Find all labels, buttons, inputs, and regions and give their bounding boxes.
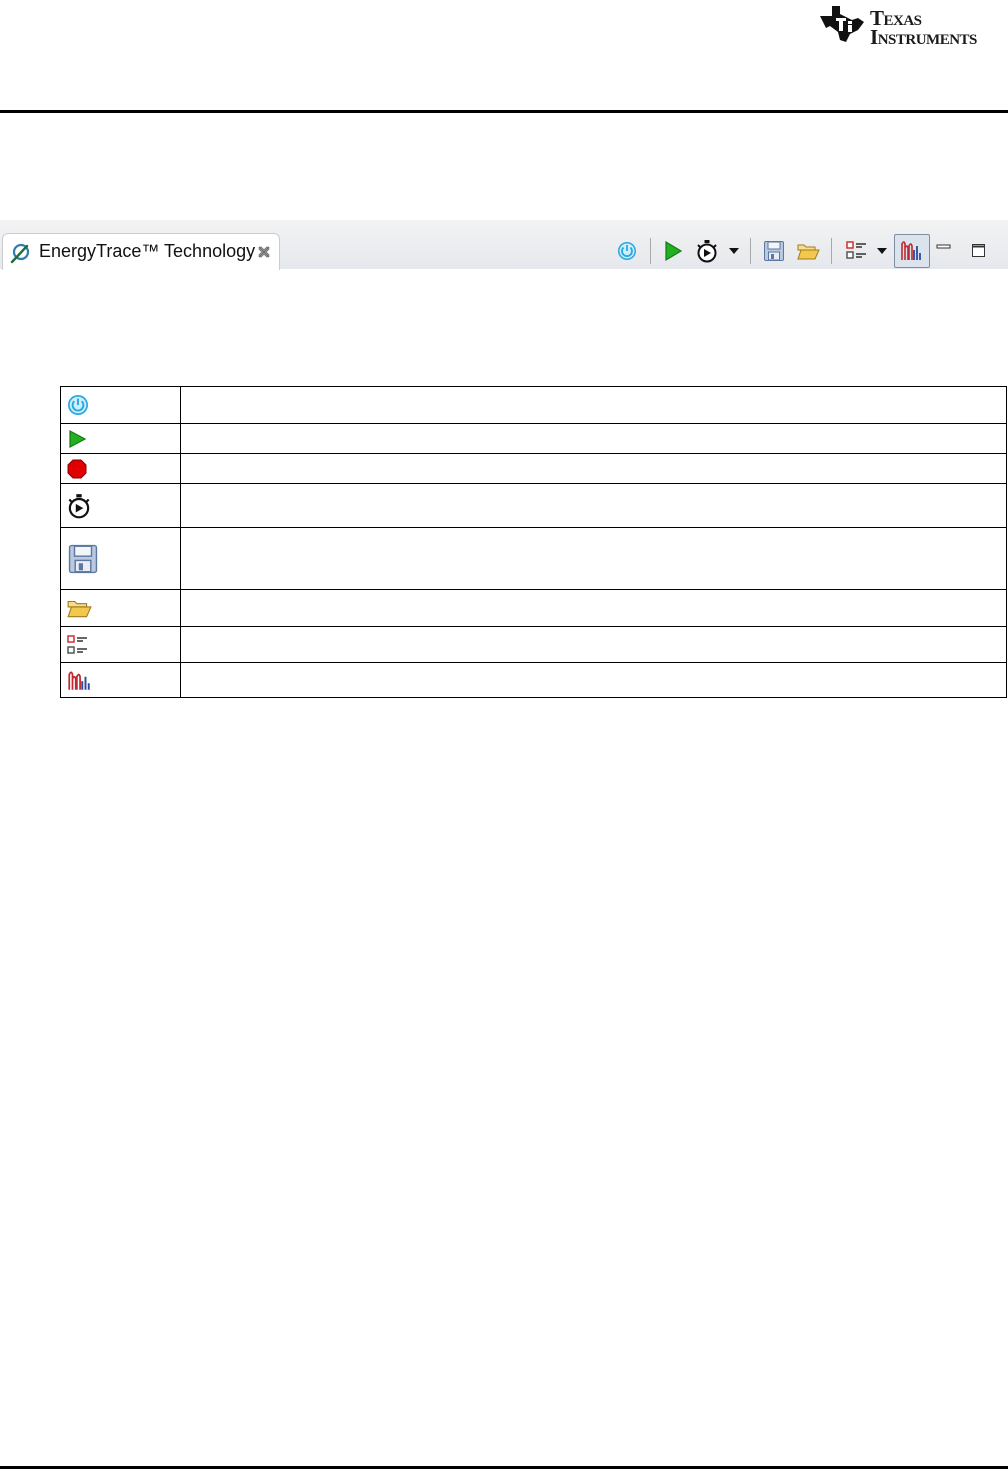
close-icon[interactable] — [256, 244, 272, 260]
icon-cell — [60, 662, 181, 698]
description-cell — [180, 589, 1007, 627]
table-row — [60, 423, 1007, 454]
save-icon[interactable] — [762, 236, 786, 266]
toolbar-separator — [650, 238, 651, 264]
energytrace-plus-icon[interactable] — [899, 236, 923, 266]
energytrace-plus-icon — [68, 671, 90, 690]
icon-cell — [60, 386, 181, 424]
table-row — [60, 483, 1007, 528]
table-row — [60, 527, 1007, 590]
table-row — [60, 453, 1007, 484]
icon-cell — [60, 423, 181, 454]
icon-cell — [60, 626, 181, 663]
icon-cell — [60, 527, 181, 590]
icon-cell — [60, 483, 181, 528]
energytrace-icon — [10, 243, 30, 264]
start-icon — [69, 429, 87, 448]
maximize-icon[interactable] — [970, 236, 988, 266]
description-cell — [180, 626, 1007, 663]
stop-icon — [67, 459, 87, 478]
dropdown-arrow-icon[interactable] — [875, 236, 889, 266]
tab-label: EnergyTrace™ Technology — [39, 241, 256, 261]
description-cell — [180, 483, 1007, 528]
power-icon[interactable] — [616, 236, 638, 266]
description-cell — [180, 423, 1007, 454]
table-row — [60, 626, 1007, 663]
toolbar-separator — [750, 238, 751, 264]
table-row — [60, 589, 1007, 627]
icon-cell — [60, 589, 181, 627]
description-cell — [180, 527, 1007, 590]
start-icon[interactable] — [662, 236, 684, 266]
toolbar-separator — [831, 238, 832, 264]
ti-logo-line-2: INSTRUMENTS — [870, 25, 977, 49]
table-row — [60, 386, 1007, 424]
dropdown-arrow-icon[interactable] — [727, 236, 741, 266]
preferences-icon — [67, 634, 87, 654]
header-rule — [0, 110, 1008, 113]
ti-logo: TEXAS INSTRUMENTS — [818, 2, 1006, 49]
toolbar-icon-table — [60, 386, 1007, 698]
preferences-icon[interactable] — [845, 236, 869, 266]
open-folder-icon — [67, 600, 92, 618]
ti-texas-map-icon — [820, 6, 864, 42]
description-cell — [180, 386, 1007, 424]
description-cell — [180, 453, 1007, 484]
save-icon — [68, 544, 98, 573]
footer-rule — [0, 1466, 1008, 1469]
minimize-icon[interactable] — [935, 236, 953, 266]
icon-cell — [60, 453, 181, 484]
description-cell — [180, 662, 1007, 698]
stopwatch-icon — [68, 493, 90, 518]
power-icon — [68, 395, 88, 415]
table-row — [60, 662, 1007, 698]
tab-energytrace[interactable]: EnergyTrace™ Technology — [2, 233, 280, 270]
open-folder-icon[interactable] — [796, 236, 820, 266]
stopwatch-icon[interactable] — [695, 236, 719, 266]
